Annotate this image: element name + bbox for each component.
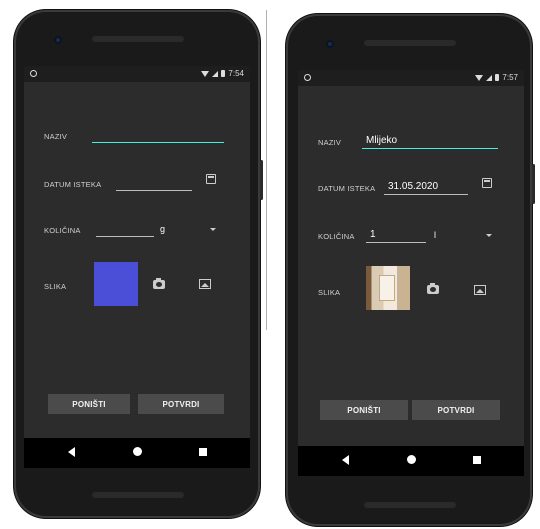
image-preview[interactable] xyxy=(94,262,138,306)
status-time: 7:57 xyxy=(502,73,518,82)
datum-isteka-input[interactable] xyxy=(116,176,192,191)
speaker-grille-bottom xyxy=(92,492,184,498)
nav-back-icon[interactable] xyxy=(342,455,349,465)
image-preview[interactable] xyxy=(366,266,410,310)
android-nav-bar xyxy=(24,438,250,468)
label-slika: SLIKA xyxy=(318,288,341,297)
confirm-button[interactable]: POTVRDI xyxy=(412,400,500,420)
naziv-input[interactable]: Mlijeko xyxy=(362,132,498,149)
nav-recents-icon[interactable] xyxy=(473,456,481,464)
status-bar: 7:54 xyxy=(24,66,250,82)
camera-icon[interactable] xyxy=(427,283,439,294)
gallery-icon[interactable] xyxy=(199,279,211,289)
camera-icon[interactable] xyxy=(153,278,165,289)
kolicina-input[interactable] xyxy=(96,222,154,237)
nav-home-icon[interactable] xyxy=(407,455,416,464)
label-kolicina: KOLIČINA xyxy=(318,232,355,241)
unit-select-value[interactable]: l xyxy=(434,230,436,240)
app-screen-left: 7:54 NAZIV DATUM ISTEKA KOLIČINA g SLIKA… xyxy=(24,66,250,438)
status-bar: 7:57 xyxy=(298,70,524,86)
label-naziv: NAZIV xyxy=(44,132,68,141)
front-camera xyxy=(326,40,334,48)
speaker-grille-top xyxy=(92,36,184,42)
notification-icon xyxy=(30,70,37,77)
label-naziv: NAZIV xyxy=(318,138,342,147)
signal-icon xyxy=(486,74,493,81)
cancel-button[interactable]: PONIŠTI xyxy=(48,394,130,414)
dropdown-caret-icon[interactable] xyxy=(486,234,492,237)
confirm-button[interactable]: POTVRDI xyxy=(138,394,224,414)
label-slika: SLIKA xyxy=(44,282,67,291)
nav-home-icon[interactable] xyxy=(133,447,142,456)
naziv-value: Mlijeko xyxy=(366,135,398,146)
calendar-icon[interactable] xyxy=(206,174,216,184)
app-screen-right: 7:57 NAZIV Mlijeko DATUM ISTEKA 31.05.20… xyxy=(298,70,524,446)
calendar-icon[interactable] xyxy=(482,178,492,188)
speaker-grille-top xyxy=(364,40,456,46)
wifi-icon xyxy=(201,70,210,77)
power-button xyxy=(532,164,535,204)
phone-right: 7:57 NAZIV Mlijeko DATUM ISTEKA 31.05.20… xyxy=(286,14,535,526)
nav-recents-icon[interactable] xyxy=(199,448,207,456)
kolicina-input[interactable]: 1 xyxy=(366,226,426,243)
battery-icon xyxy=(221,70,226,77)
android-nav-bar xyxy=(298,446,524,476)
label-datum-isteka: DATUM ISTEKA xyxy=(318,184,376,193)
dropdown-caret-icon[interactable] xyxy=(210,228,216,231)
naziv-input[interactable] xyxy=(92,128,224,143)
gallery-icon[interactable] xyxy=(474,285,486,295)
wifi-icon xyxy=(475,74,484,81)
signal-icon xyxy=(212,70,219,77)
nav-back-icon[interactable] xyxy=(68,447,75,457)
label-kolicina: KOLIČINA xyxy=(44,226,81,235)
phone-left: 7:54 NAZIV DATUM ISTEKA KOLIČINA g SLIKA… xyxy=(14,10,263,518)
datum-value: 31.05.2020 xyxy=(388,181,439,192)
kolicina-value: 1 xyxy=(370,229,376,240)
front-camera xyxy=(54,36,62,44)
cancel-button[interactable]: PONIŠTI xyxy=(320,400,408,420)
screenshot-divider xyxy=(266,10,267,330)
speaker-grille-bottom xyxy=(364,502,456,508)
datum-isteka-input[interactable]: 31.05.2020 xyxy=(384,178,468,195)
unit-select-value[interactable]: g xyxy=(160,224,165,234)
status-time: 7:54 xyxy=(228,69,244,78)
power-button xyxy=(260,160,263,200)
label-datum-isteka: DATUM ISTEKA xyxy=(44,180,102,189)
notification-icon xyxy=(304,74,311,81)
battery-icon xyxy=(495,74,500,81)
